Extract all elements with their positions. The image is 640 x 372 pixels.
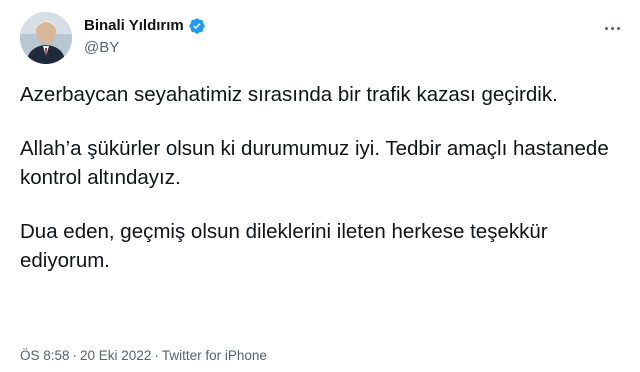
more-options-icon[interactable]	[600, 18, 624, 38]
avatar[interactable]	[20, 12, 72, 64]
display-name[interactable]: Binali Yıldırım	[84, 16, 184, 36]
tweet-time[interactable]: ÖS 8:58	[20, 348, 70, 363]
tweet-paragraph: Dua eden, geçmiş olsun dileklerini ilete…	[20, 220, 548, 272]
separator: ·	[154, 348, 159, 363]
tweet-text: Azerbaycan seyahatimiz sırasında bir tra…	[20, 80, 610, 300]
tweet-header: Binali Yıldırım @BY	[16, 12, 624, 68]
tweet-source[interactable]: Twitter for iPhone	[162, 348, 267, 363]
tweet-paragraph: Azerbaycan seyahatimiz sırasında bir tra…	[20, 83, 558, 106]
name-row: Binali Yıldırım	[84, 16, 206, 36]
tweet-paragraph: Allah’a şükürler olsun ki durumumuz iyi.…	[20, 137, 609, 189]
user-info: Binali Yıldırım @BY	[84, 16, 206, 58]
tweet-metadata: ÖS 8:58 · 20 Eki 2022 · Twitter for iPhone	[20, 347, 267, 365]
tweet-card: Binali Yıldırım @BY Azerbaycan seyahatim…	[0, 0, 640, 372]
verified-badge-icon	[188, 17, 206, 35]
dot	[604, 26, 608, 30]
separator: ·	[72, 348, 78, 363]
dot	[616, 26, 620, 30]
tweet-date[interactable]: 20 Eki 2022	[80, 348, 151, 363]
dot	[610, 26, 614, 30]
handle[interactable]: @BY	[84, 38, 206, 58]
